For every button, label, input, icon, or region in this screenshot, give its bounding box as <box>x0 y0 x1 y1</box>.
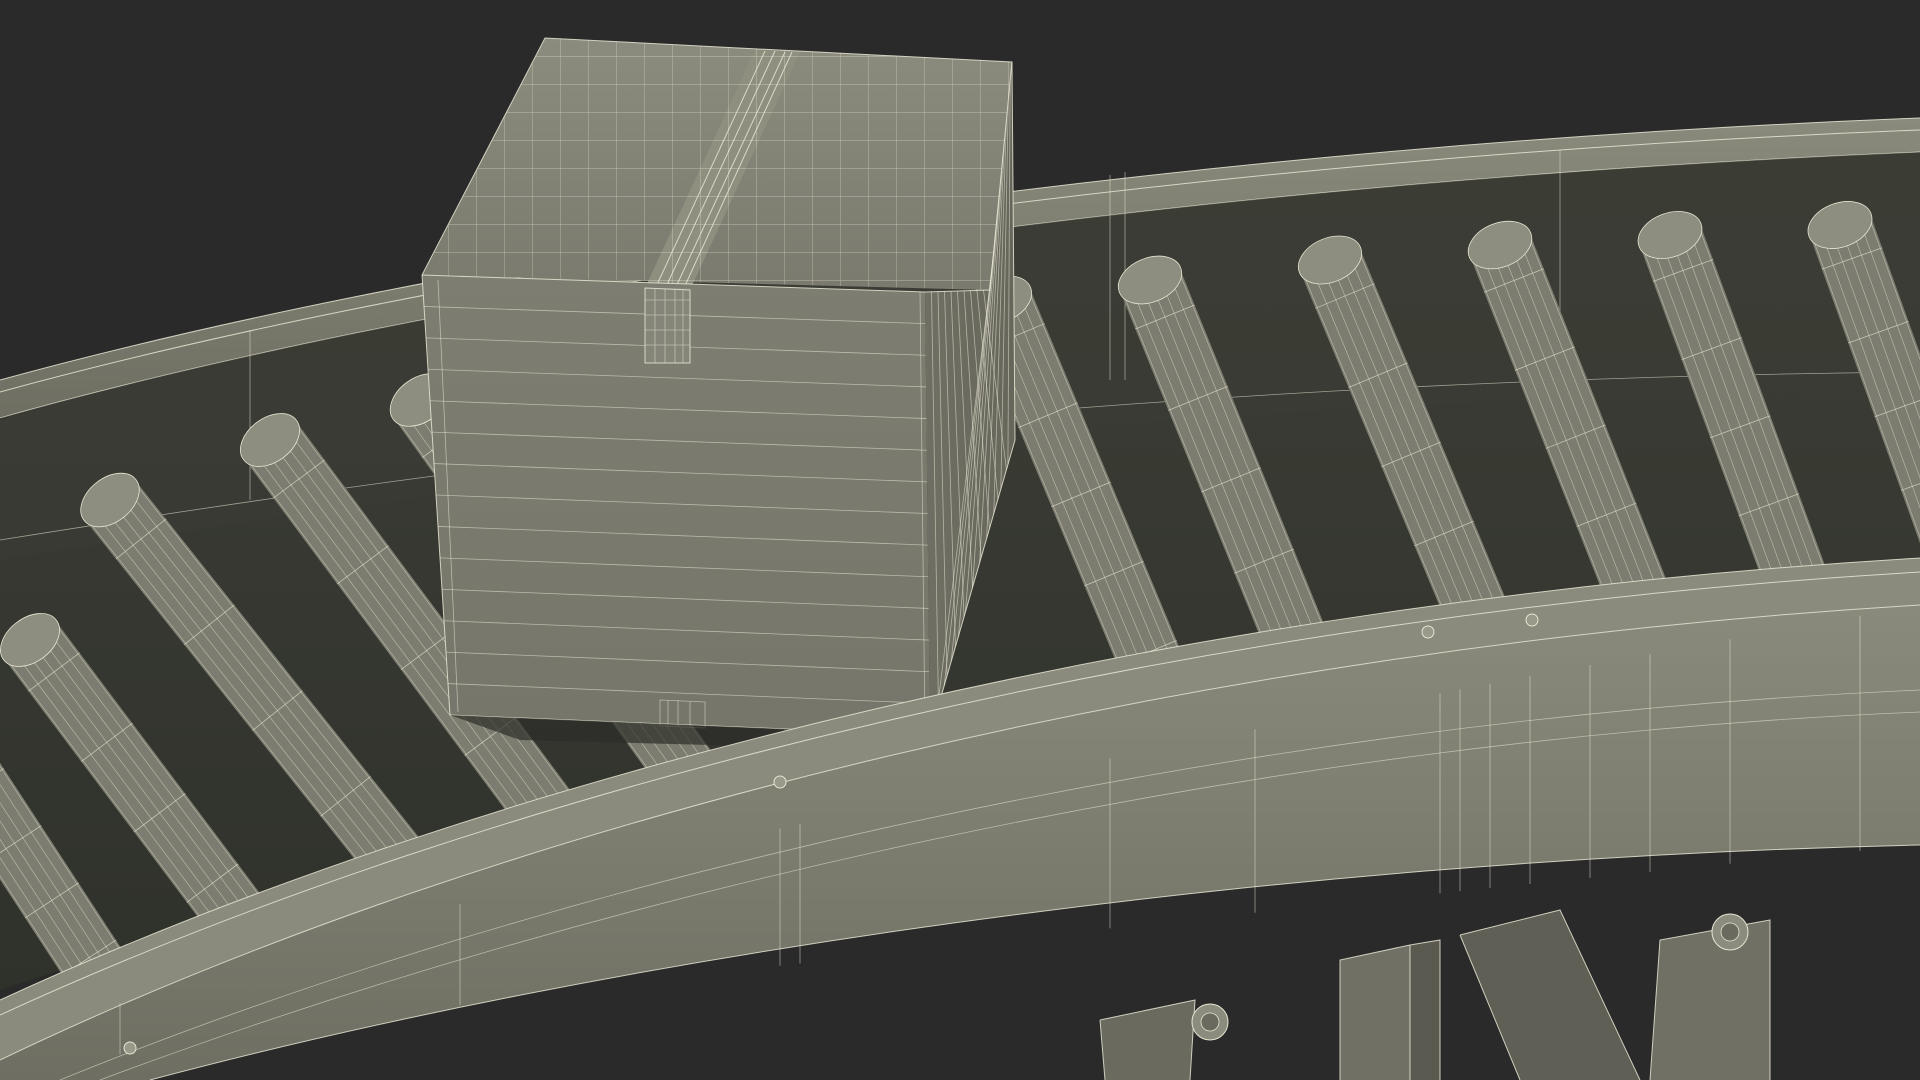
cardboard-box-icon <box>421 37 1016 750</box>
conveyor-scene <box>0 37 1920 1080</box>
screw-icon <box>1421 625 1435 639</box>
screw-icon <box>1525 613 1539 627</box>
screw-icon <box>123 1041 137 1055</box>
screw-icon <box>773 775 787 789</box>
wireframe-render-viewport <box>0 0 1920 1080</box>
